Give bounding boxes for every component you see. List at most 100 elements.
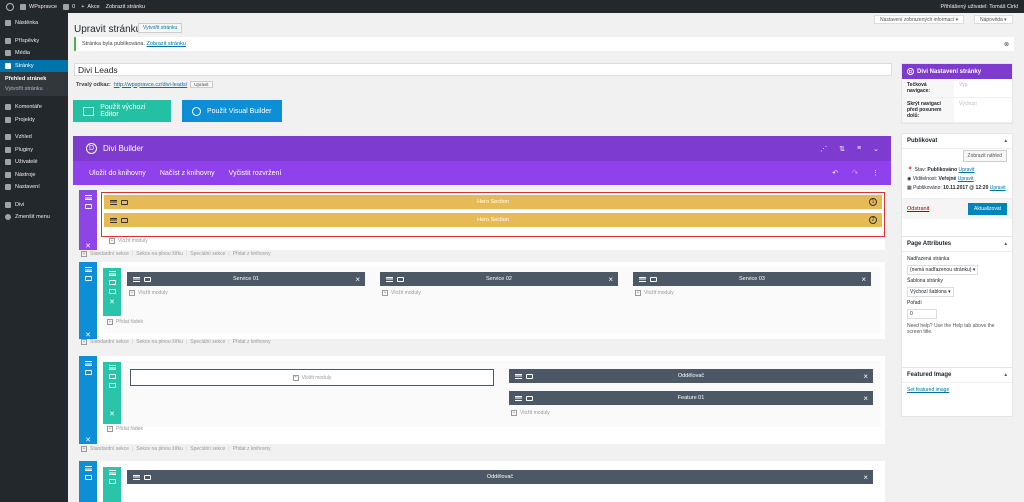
settings-icon[interactable]	[84, 204, 92, 209]
dot-navigation-select[interactable]: Vyp.	[954, 79, 974, 97]
sidebar-item-pages[interactable]: Stránky	[0, 59, 68, 72]
settings-icon[interactable]	[108, 479, 116, 484]
new-content-link[interactable]: + Akce	[81, 4, 99, 10]
drag-handle-icon[interactable]	[133, 276, 140, 282]
add-from-library-link[interactable]: Přidat z knihovny	[233, 446, 271, 452]
delete-icon[interactable]: ✕	[109, 410, 115, 418]
settings-icon[interactable]	[144, 474, 151, 480]
add-module-button[interactable]: + Vložit moduly	[511, 410, 550, 416]
help-button[interactable]: Nápověda ▾	[974, 15, 1013, 24]
screen-options-button[interactable]: Nastavení zobrazených informací ▾	[874, 15, 965, 24]
row-controls[interactable]: ✕	[103, 268, 121, 316]
standard-section-link[interactable]: Standardní sekce	[90, 251, 129, 257]
settings-icon[interactable]	[121, 199, 128, 205]
sidebar-item-projects[interactable]: Projekty	[0, 114, 68, 127]
divider-module[interactable]: Oddělovač ×	[509, 369, 873, 383]
delete-icon[interactable]: ✕	[109, 298, 115, 306]
feature-module[interactable]: Feature 01 ×	[509, 391, 873, 405]
delete-icon[interactable]: ×	[863, 372, 868, 381]
toggle-arrow-icon[interactable]: ▴	[1004, 372, 1007, 378]
service-module-2[interactable]: Service 02 ×	[380, 272, 618, 286]
sidebar-item-divi[interactable]: Divi	[0, 199, 68, 212]
drag-handle-icon[interactable]	[133, 474, 140, 480]
sidebar-item-tools[interactable]: Nástroje	[0, 169, 68, 182]
row-controls[interactable]	[103, 467, 121, 502]
section-controls[interactable]	[79, 461, 97, 502]
columns-icon[interactable]	[108, 383, 116, 388]
add-from-library-link[interactable]: Přidat z knihovny	[233, 339, 271, 345]
dismiss-icon[interactable]: ⊗	[1004, 41, 1009, 48]
settings-icon[interactable]	[144, 276, 151, 282]
drag-handle-icon[interactable]	[84, 267, 92, 272]
settings-icon[interactable]	[84, 370, 92, 375]
toggle-arrow-icon[interactable]: ▴	[1004, 241, 1007, 247]
settings-icon[interactable]	[650, 276, 657, 282]
clear-layout-button[interactable]: Vyčistit rozvržení	[229, 170, 282, 177]
settings-icon[interactable]	[84, 276, 92, 281]
hero-module-1[interactable]: Hero Section 1	[104, 195, 882, 209]
order-input[interactable]: 0	[907, 309, 937, 319]
drag-handle-icon[interactable]	[108, 365, 116, 370]
comments-link[interactable]: 0	[63, 3, 75, 10]
edit-visibility-link[interactable]: Upravit	[958, 176, 974, 182]
collapse-menu-button[interactable]: Zmenšit menu	[0, 211, 68, 224]
preview-button[interactable]: Zobrazit náhled	[962, 150, 1007, 162]
history-icon[interactable]: ⋮	[872, 169, 879, 177]
settings-icon[interactable]	[121, 217, 128, 223]
settings-icon[interactable]	[526, 395, 533, 401]
section-controls[interactable]: ✕	[79, 262, 97, 339]
drag-handle-icon[interactable]	[84, 466, 92, 471]
delete-icon[interactable]: ×	[861, 275, 866, 284]
portability-icon[interactable]: ⋰	[820, 145, 827, 153]
collapse-chevron-icon[interactable]: ⌄	[873, 145, 879, 153]
add-module-button[interactable]: + Vložit moduly	[129, 290, 168, 296]
view-page-link[interactable]: Zobrazit stránku	[147, 41, 186, 47]
delete-icon[interactable]: ✕	[85, 242, 91, 250]
sidebar-item-dashboard[interactable]: Nástěnka	[0, 17, 68, 30]
add-module-button[interactable]: + Vložit moduly	[382, 290, 421, 296]
add-from-library-link[interactable]: Přidat z knihovny	[233, 251, 271, 257]
add-module-button[interactable]: + Vložit moduly	[109, 238, 148, 244]
add-row-button[interactable]: + Přidat řádek	[107, 426, 143, 432]
parent-page-select[interactable]: (nemá nadřazenou stránku) ▾	[907, 265, 979, 275]
redo-icon[interactable]: ↷	[852, 169, 858, 177]
move-to-trash-link[interactable]: Odstranit	[907, 206, 929, 212]
delete-icon[interactable]: ✕	[85, 331, 91, 339]
columns-icon[interactable]	[108, 289, 116, 294]
add-module-placeholder[interactable]: + Vložit moduly	[130, 369, 494, 386]
default-editor-button[interactable]: Použít výchozí Editor	[73, 100, 171, 122]
add-section-icon[interactable]: +	[81, 251, 87, 257]
view-page-link[interactable]: Zobrazit stránku	[106, 4, 145, 10]
site-name-link[interactable]: WPspravce	[20, 3, 57, 10]
drag-handle-icon[interactable]	[108, 271, 116, 276]
sidebar-item-appearance[interactable]: Vzhled	[0, 131, 68, 144]
permalink-url[interactable]: http://wpspravce.cz/divi-leads/	[114, 82, 187, 88]
add-module-button[interactable]: + Vložit moduly	[635, 290, 674, 296]
sidebar-item-settings[interactable]: Nastavení	[0, 181, 68, 194]
update-button[interactable]: Aktualizovat	[968, 203, 1007, 215]
drag-handle-icon[interactable]	[386, 276, 393, 282]
drag-handle-icon[interactable]	[639, 276, 646, 282]
save-to-library-button[interactable]: Uložit do knihovny	[89, 170, 146, 177]
section-controls[interactable]: ✕	[79, 190, 97, 250]
drag-handle-icon[interactable]	[515, 373, 522, 379]
sidebar-item-posts[interactable]: Příspěvky	[0, 35, 68, 48]
add-section-icon[interactable]: +	[81, 446, 87, 452]
menu-icon[interactable]: ≡	[857, 145, 861, 153]
add-section-icon[interactable]: +	[81, 339, 87, 345]
delete-icon[interactable]: ×	[608, 275, 613, 284]
drag-handle-icon[interactable]	[110, 217, 117, 223]
submenu-all-pages[interactable]: Přehled stránek	[0, 74, 68, 84]
page-template-select[interactable]: Výchozí šablona ▾	[907, 287, 954, 297]
set-featured-image-link[interactable]: Set featured image	[907, 387, 949, 393]
sort-icon[interactable]: ⇅	[839, 145, 845, 153]
drag-handle-icon[interactable]	[84, 361, 92, 366]
post-title-input[interactable]: Divi Leads	[74, 63, 892, 76]
settings-icon[interactable]	[397, 276, 404, 282]
delete-icon[interactable]: ✕	[85, 436, 91, 444]
edit-status-link[interactable]: Upravit	[959, 167, 975, 173]
hide-nav-select[interactable]: Výchozí	[954, 98, 982, 122]
user-account-menu[interactable]: Přihlášený uživatel: Tomáš Cirkl	[940, 4, 1018, 10]
submenu-add-page[interactable]: Vytvořit stránku	[0, 84, 68, 94]
delete-icon[interactable]: ×	[355, 275, 360, 284]
